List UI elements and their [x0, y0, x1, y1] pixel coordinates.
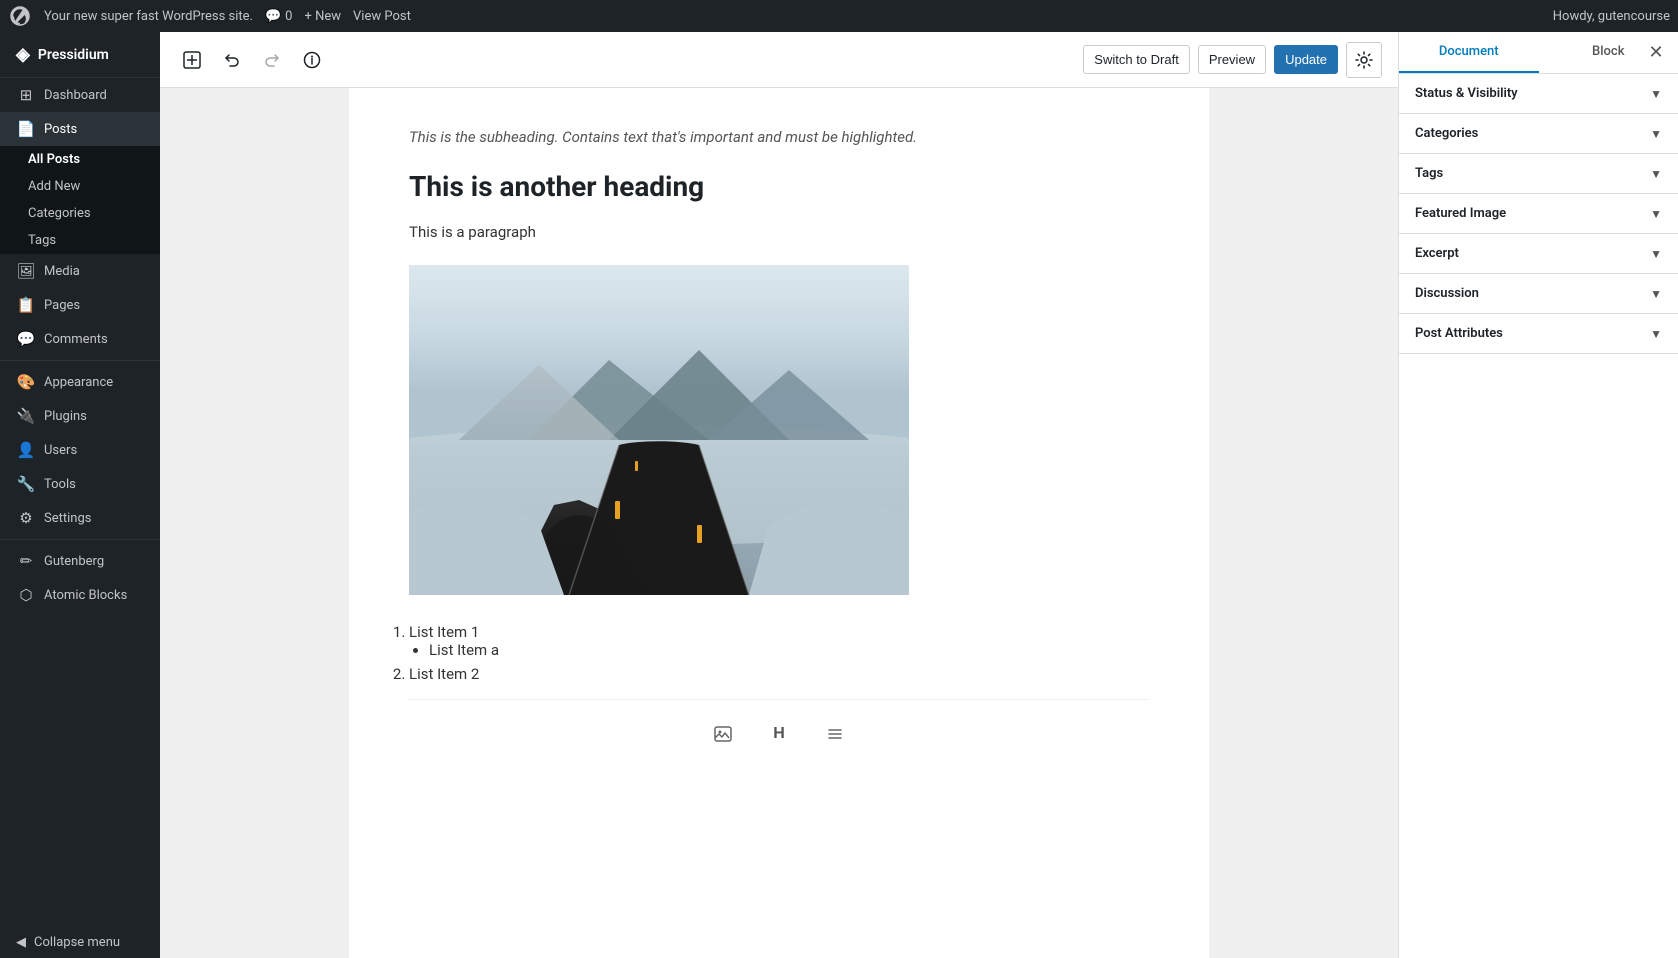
subheading-text[interactable]: This is the subheading. Contains text th… [409, 128, 1149, 146]
list-item[interactable]: List Item 2 [409, 665, 1149, 683]
right-panel-content: Status & Visibility ▼ Categories ▼ Tags … [1399, 74, 1678, 958]
preview-button[interactable]: Preview [1198, 45, 1266, 74]
pages-icon: 📋 [16, 296, 36, 314]
sidebar-item-atomic-blocks[interactable]: ⬡ Atomic Blocks [0, 578, 160, 612]
close-panel-button[interactable]: ✕ [1642, 39, 1670, 67]
chevron-down-icon: ▼ [1650, 127, 1662, 141]
editor-canvas: This is the subheading. Contains text th… [349, 88, 1209, 958]
tab-document[interactable]: Document [1399, 32, 1539, 73]
new-menu[interactable]: + New [304, 9, 341, 24]
insert-image-button[interactable] [705, 716, 741, 752]
section-excerpt-header[interactable]: Excerpt ▼ [1399, 234, 1678, 273]
comments-link[interactable]: 💬 0 [265, 9, 293, 24]
section-status-visibility: Status & Visibility ▼ [1399, 74, 1678, 114]
editor-toolbar: Switch to Draft Preview Update [160, 32, 1398, 88]
sidebar-item-all-posts[interactable]: All Posts [0, 146, 160, 173]
editor-content[interactable]: This is the subheading. Contains text th… [160, 88, 1398, 958]
right-panel-tabs: Document Block ✕ [1399, 32, 1678, 74]
insert-list-button[interactable] [817, 716, 853, 752]
comment-bubble-icon: 💬 [265, 9, 281, 24]
section-excerpt: Excerpt ▼ [1399, 234, 1678, 274]
chevron-down-icon: ▼ [1650, 207, 1662, 221]
section-categories-header[interactable]: Categories ▼ [1399, 114, 1678, 153]
view-post-link[interactable]: View Post [353, 9, 411, 24]
users-icon: 👤 [16, 441, 36, 459]
dashboard-icon: ⊞ [16, 86, 36, 104]
settings-panel-button[interactable] [1346, 42, 1382, 78]
appearance-icon: 🎨 [16, 373, 36, 391]
plugins-icon: 🔌 [16, 407, 36, 425]
main-layout: ◈ Pressidium ⊞ Dashboard 📄 Posts All Pos… [0, 32, 1678, 958]
sidebar-brand[interactable]: ◈ Pressidium [0, 32, 160, 78]
section-featured-image-header[interactable]: Featured Image ▼ [1399, 194, 1678, 233]
atomic-blocks-icon: ⬡ [16, 586, 36, 604]
posts-submenu: All Posts Add New Categories Tags [0, 146, 160, 254]
sidebar-item-plugins[interactable]: 🔌 Plugins [0, 399, 160, 433]
undo-button[interactable] [216, 44, 248, 76]
right-panel: Document Block ✕ Status & Visibility ▼ C… [1398, 32, 1678, 958]
ordered-list: List Item 1 List Item a List Item 2 [409, 623, 1149, 683]
section-categories: Categories ▼ [1399, 114, 1678, 154]
sidebar-item-comments[interactable]: 💬 Comments [0, 322, 160, 356]
chevron-down-icon: ▼ [1650, 327, 1662, 341]
section-featured-image: Featured Image ▼ [1399, 194, 1678, 234]
block-toolbar: H [409, 699, 1149, 768]
admin-bar: Your new super fast WordPress site. 💬 0 … [0, 0, 1678, 32]
comments-icon: 💬 [16, 330, 36, 348]
section-tags: Tags ▼ [1399, 154, 1678, 194]
section-discussion: Discussion ▼ [1399, 274, 1678, 314]
redo-button[interactable] [256, 44, 288, 76]
toolbar-right: Switch to Draft Preview Update [1083, 42, 1382, 78]
section-tags-header[interactable]: Tags ▼ [1399, 154, 1678, 193]
sidebar-item-pages[interactable]: 📋 Pages [0, 288, 160, 322]
tools-icon: 🔧 [16, 475, 36, 493]
brand-icon: ◈ [16, 44, 30, 65]
sidebar-item-media[interactable]: 🖼 Media [0, 254, 160, 288]
sidebar-item-tools[interactable]: 🔧 Tools [0, 467, 160, 501]
section-post-attributes-header[interactable]: Post Attributes ▼ [1399, 314, 1678, 353]
update-button[interactable]: Update [1274, 45, 1338, 74]
sidebar-item-dashboard[interactable]: ⊞ Dashboard [0, 78, 160, 112]
sidebar-item-gutenberg[interactable]: ✏ Gutenberg [0, 544, 160, 578]
insert-heading-button[interactable]: H [761, 716, 797, 752]
howdy-text: Howdy, gutencourse [1553, 9, 1670, 24]
chevron-down-icon: ▼ [1650, 247, 1662, 261]
sidebar-item-appearance[interactable]: 🎨 Appearance [0, 365, 160, 399]
sidebar-item-settings[interactable]: ⚙ Settings [0, 501, 160, 535]
sidebar-divider-1 [0, 360, 160, 361]
add-block-button[interactable] [176, 44, 208, 76]
gutenberg-icon: ✏ [16, 552, 36, 570]
settings-icon: ⚙ [16, 509, 36, 527]
media-icon: 🖼 [16, 262, 36, 280]
image-block[interactable] [409, 265, 1149, 599]
wp-icon[interactable] [8, 4, 32, 28]
section-status-visibility-header[interactable]: Status & Visibility ▼ [1399, 74, 1678, 113]
info-button[interactable] [296, 44, 328, 76]
posts-icon: 📄 [16, 120, 36, 138]
heading-2[interactable]: This is another heading [409, 170, 1149, 203]
collapse-menu-button[interactable]: ◀ Collapse menu [0, 927, 160, 958]
list-block[interactable]: List Item 1 List Item a List Item 2 [409, 623, 1149, 683]
switch-draft-button[interactable]: Switch to Draft [1083, 45, 1190, 74]
sidebar-item-tags[interactable]: Tags [0, 227, 160, 254]
sidebar-item-users[interactable]: 👤 Users [0, 433, 160, 467]
toolbar-left [176, 44, 328, 76]
chevron-down-icon: ▼ [1650, 87, 1662, 101]
sidebar-divider-2 [0, 539, 160, 540]
sub-list-item[interactable]: List Item a [429, 641, 1149, 659]
chevron-down-icon: ▼ [1650, 167, 1662, 181]
list-item[interactable]: List Item 1 List Item a [409, 623, 1149, 659]
site-name[interactable]: Your new super fast WordPress site. [44, 9, 253, 24]
collapse-icon: ◀ [16, 935, 26, 950]
editor-area: Switch to Draft Preview Update This is t… [160, 32, 1398, 958]
section-discussion-header[interactable]: Discussion ▼ [1399, 274, 1678, 313]
sidebar-item-posts[interactable]: 📄 Posts [0, 112, 160, 146]
sidebar-item-categories[interactable]: Categories [0, 200, 160, 227]
sidebar-item-add-new[interactable]: Add New [0, 173, 160, 200]
paragraph-block[interactable]: This is a paragraph [409, 223, 1149, 241]
chevron-down-icon: ▼ [1650, 287, 1662, 301]
sub-list: List Item a [429, 641, 1149, 659]
section-post-attributes: Post Attributes ▼ [1399, 314, 1678, 354]
sidebar: ◈ Pressidium ⊞ Dashboard 📄 Posts All Pos… [0, 32, 160, 958]
